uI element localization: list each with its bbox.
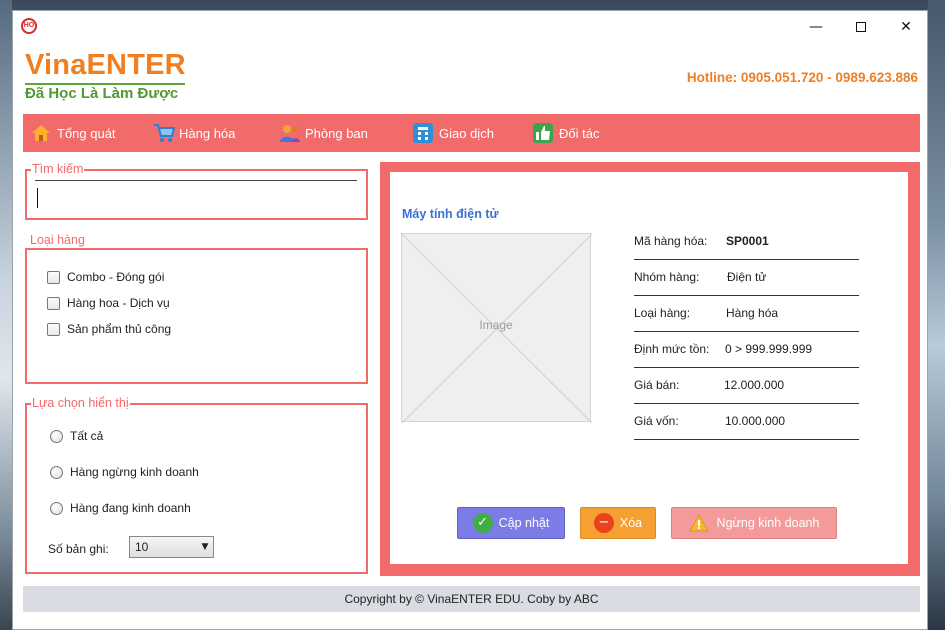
category-option-handmade[interactable]: Sản phẩm thủ công (47, 322, 171, 336)
records-per-page-select[interactable]: 10 ▼ (129, 536, 214, 558)
main-nav: Tổng quát Hàng hóa Phòng ban Giao dịch Đ… (23, 114, 920, 152)
maximize-button[interactable] (838, 11, 884, 43)
field-value: 10.000.000 (725, 414, 786, 428)
radio-button[interactable] (50, 465, 63, 479)
close-button[interactable]: ✕ (883, 11, 929, 43)
radio-label: Hàng đang kinh doanh (70, 501, 191, 515)
field-value: 12.000.000 (724, 378, 785, 392)
checkbox[interactable] (47, 322, 60, 336)
nav-item-transactions[interactable]: Giao dịch (413, 114, 494, 152)
category-option-services[interactable]: Hàng hoa - Dịch vụ (47, 296, 170, 310)
app-window: HO — ✕ VinaENTER Đã Học Là Làm Được Hotl… (12, 10, 928, 630)
checkbox[interactable] (47, 270, 60, 284)
maximize-icon (856, 22, 866, 32)
category-group: Combo - Đóng gói Hàng hoa - Dịch vụ Sản … (25, 248, 368, 384)
brand-slogan: Đã Học Là Làm Được (25, 85, 179, 102)
discontinue-button-label: Ngừng kinh doanh (716, 516, 820, 530)
field-stock-limit: Định mức tồn: 0 > 999.999.999 (634, 332, 859, 368)
checkbox-label: Hàng hoa - Dịch vụ (67, 296, 170, 310)
nav-item-label: Phòng ban (305, 125, 368, 141)
chevron-down-icon[interactable]: ▼ (198, 538, 212, 556)
home-icon (31, 123, 51, 143)
image-placeholder-text: Image (479, 318, 513, 332)
field-value: SP0001 (726, 234, 769, 248)
display-option-all[interactable]: Tất cả (50, 429, 103, 443)
field-value: Điện tử (727, 270, 767, 284)
product-detail-content: Máy tính điện tử Image Mã hàng hóa: SP00… (390, 172, 908, 564)
cart-icon (153, 123, 176, 143)
checkbox-label: Sản phẩm thủ công (67, 322, 172, 336)
field-label: Mã hàng hóa: (634, 234, 708, 248)
field-product-code: Mã hàng hóa: SP0001 (634, 224, 859, 260)
calculator-icon (413, 123, 433, 143)
field-sale-price: Giá bán: 12.000.000 (634, 368, 859, 404)
radio-button[interactable] (50, 501, 63, 515)
text-caret (37, 188, 38, 208)
display-option-active[interactable]: Hàng đang kinh doanh (50, 501, 191, 515)
minimize-button[interactable]: — (793, 11, 839, 43)
records-label: Số bản ghi: (48, 542, 109, 556)
field-value: Hàng hóa (726, 306, 779, 320)
discontinue-button[interactable]: Ngừng kinh doanh (671, 507, 837, 539)
radio-button[interactable] (50, 429, 63, 443)
nav-item-products[interactable]: Hàng hóa (153, 114, 235, 152)
people-icon (279, 123, 300, 143)
product-image-placeholder: Image (401, 233, 592, 423)
checkbox-label: Combo - Đóng gói (67, 270, 165, 284)
field-product-group: Nhóm hàng: Điện tử (634, 260, 859, 296)
field-label: Nhóm hàng: (634, 270, 700, 284)
desktop-background-right (928, 0, 945, 630)
display-legend: Lựa chọn hiển thị (31, 396, 130, 410)
category-option-combo[interactable]: Combo - Đóng gói (47, 270, 164, 284)
search-legend: Tìm kiếm (31, 162, 85, 176)
update-button[interactable]: ✓ Cập nhật (457, 507, 565, 539)
category-legend: Loại hàng (30, 233, 85, 247)
app-logo-icon: HO (21, 18, 37, 34)
nav-item-label: Đối tác (559, 125, 600, 141)
delete-button-label: Xóa (619, 516, 643, 530)
title-bar: HO — ✕ (13, 11, 927, 43)
radio-label: Tất cả (70, 429, 104, 443)
nav-item-label: Hàng hóa (179, 125, 236, 141)
field-label: Giá vốn: (634, 414, 679, 428)
search-group: Tìm kiếm (25, 162, 368, 220)
nav-item-overview[interactable]: Tổng quát (31, 114, 116, 152)
handshake-icon (533, 123, 553, 143)
field-label: Giá bán: (634, 378, 680, 392)
product-detail-panel: Máy tính điện tử Image Mã hàng hóa: SP00… (380, 162, 920, 576)
records-select-value: 10 (135, 540, 149, 554)
field-product-type: Loại hàng: Hàng hóa (634, 296, 859, 332)
field-value: 0 > 999.999.999 (725, 342, 813, 356)
update-button-label: Cập nhật (498, 516, 550, 530)
desktop-background-left (0, 0, 12, 630)
radio-label: Hàng ngừng kinh doanh (70, 465, 199, 479)
brand-logo-text: VinaENTER (25, 49, 186, 81)
footer-copyright: Copyright by © VinaENTER EDU. Coby by AB… (23, 586, 920, 612)
warning-icon (688, 513, 709, 532)
nav-item-label: Tổng quát (57, 125, 116, 141)
display-option-discontinued[interactable]: Hàng ngừng kinh doanh (50, 465, 199, 479)
nav-item-departments[interactable]: Phòng ban (279, 114, 368, 152)
minus-icon: − (593, 513, 614, 533)
display-options-group: Lựa chọn hiển thị Tất cả Hàng ngừng kinh… (25, 396, 368, 574)
check-icon: ✓ (472, 513, 493, 533)
nav-item-partners[interactable]: Đối tác (533, 114, 599, 152)
field-label: Định mức tồn: (634, 342, 710, 356)
search-input[interactable] (35, 180, 357, 210)
delete-button[interactable]: − Xóa (580, 507, 656, 539)
nav-item-label: Giao dịch (439, 125, 494, 141)
checkbox[interactable] (47, 296, 60, 310)
hotline-text: Hotline: 0905.051.720 - 0989.623.886 (686, 70, 918, 85)
field-cost-price: Giá vốn: 10.000.000 (634, 404, 859, 440)
product-title: Máy tính điện tử (402, 207, 499, 221)
field-label: Loại hàng: (634, 306, 691, 320)
